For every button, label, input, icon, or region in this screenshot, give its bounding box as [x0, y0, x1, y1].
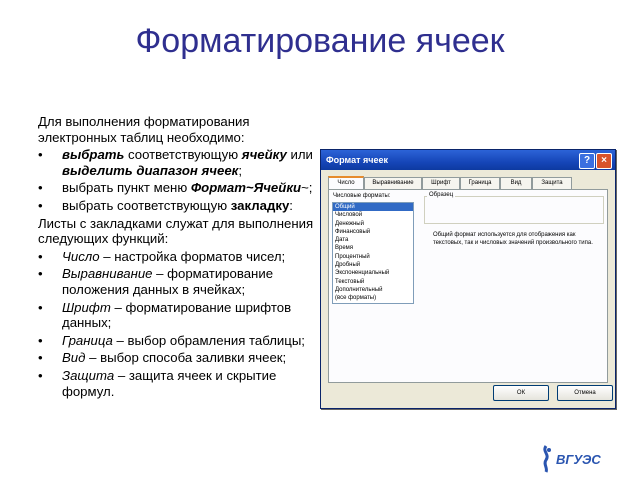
category-item[interactable]: Текстовый: [333, 278, 413, 286]
function-item: Число – настройка форматов чисел;: [38, 249, 318, 265]
category-item[interactable]: Дополнительный: [333, 286, 413, 294]
logo-text: ВГУЭС: [556, 452, 601, 467]
function-item: Защита – защита ячеек и скрытие формул.: [38, 368, 318, 399]
step-item: выбрать соответствующую закладку:: [38, 198, 318, 214]
function-item: Граница – выбор обрамления таблицы;: [38, 333, 318, 349]
format-description: Общий формат используется для отображени…: [433, 232, 593, 246]
sample-group: [424, 196, 604, 224]
function-item: Шрифт – форматирование шрифтов данных;: [38, 300, 318, 331]
ok-button[interactable]: ОК: [493, 385, 549, 401]
categories-list[interactable]: Общий Числовой Денежный Финансовый Дата …: [332, 202, 414, 304]
categories-label: Числовые форматы:: [333, 193, 391, 199]
tabs-intro-text: Листы с закладками служат для выполнения…: [38, 215, 314, 247]
tab-view[interactable]: Вид: [500, 177, 532, 189]
category-item[interactable]: Общий: [333, 203, 413, 212]
function-item: Вид – выбор способа заливки ячеек;: [38, 350, 318, 366]
category-item[interactable]: Процентный: [333, 253, 413, 261]
tab-protection[interactable]: Защита: [532, 177, 572, 189]
tab-border[interactable]: Граница: [460, 177, 500, 189]
dialog-title: Формат ячеек: [326, 155, 389, 165]
category-item[interactable]: Финансовый: [333, 228, 413, 236]
category-item[interactable]: Время: [333, 244, 413, 252]
university-logo: ВГУЭС: [543, 445, 601, 473]
step-item: выбрать пункт меню Формат~Ячейки~;: [38, 180, 318, 196]
dialog-titlebar[interactable]: Формат ячеек ? ×: [321, 150, 615, 170]
steps-list: выбрать соответствующую ячейку или выдел…: [38, 147, 318, 213]
functions-list: Число – настройка форматов чисел; Выравн…: [38, 249, 318, 399]
category-item[interactable]: Экспоненциальный: [333, 269, 413, 277]
tab-font[interactable]: Шрифт: [422, 177, 460, 189]
tab-panel: Числовые форматы: Общий Числовой Денежны…: [328, 189, 608, 383]
cancel-button[interactable]: Отмена: [557, 385, 613, 401]
category-item[interactable]: Числовой: [333, 211, 413, 219]
category-item[interactable]: Дробный: [333, 261, 413, 269]
close-button[interactable]: ×: [596, 153, 612, 169]
function-item: Выравнивание – форматирование положения …: [38, 266, 318, 297]
sample-label: Образец: [427, 192, 456, 198]
slide-title: Форматирование ячеек: [135, 22, 505, 60]
category-item[interactable]: Денежный: [333, 220, 413, 228]
tab-alignment[interactable]: Выравнивание: [364, 177, 422, 189]
step-item: выбрать соответствующую ячейку или выдел…: [38, 147, 318, 178]
help-button[interactable]: ?: [579, 153, 595, 169]
slide-body: Для выполнения форматирования электронны…: [38, 114, 318, 401]
format-cells-dialog: Формат ячеек ? × Число Выравнивание Шриф…: [320, 149, 616, 409]
category-item[interactable]: Дата: [333, 236, 413, 244]
intro-text: Для выполнения форматирования электронны…: [38, 114, 250, 145]
category-item[interactable]: (все форматы): [333, 294, 413, 302]
